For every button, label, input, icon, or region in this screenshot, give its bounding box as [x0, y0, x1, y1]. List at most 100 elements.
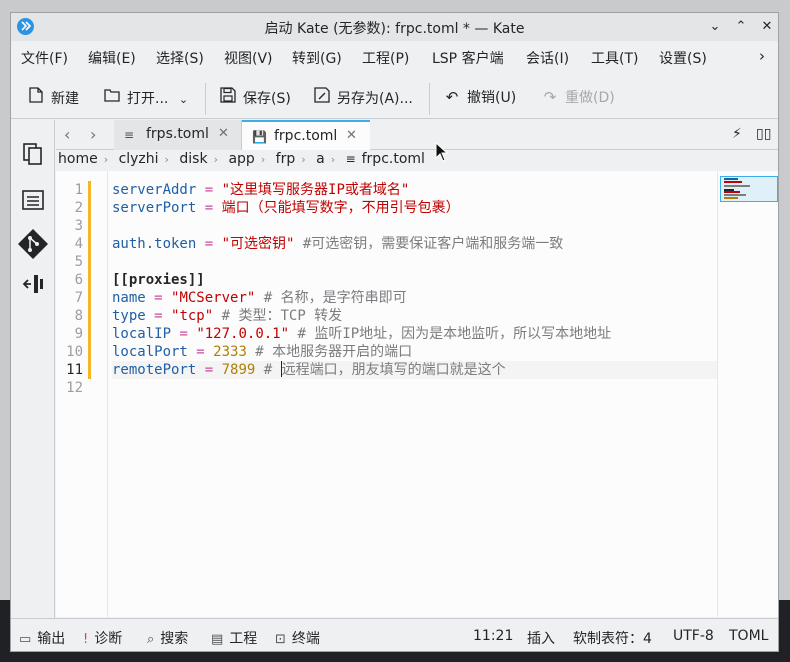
- menu-select[interactable]: 选择(S): [156, 48, 204, 68]
- save-as-button[interactable]: 另存为(A)...: [313, 87, 413, 109]
- menu-lsp-client[interactable]: LSP 客户端: [432, 48, 504, 68]
- new-button[interactable]: 新建: [27, 87, 79, 109]
- code-editor[interactable]: 1 2 3 4 5 6 7 8 9 10 11 12 serverAddr = "这里填写服务器IP或…: [56, 171, 778, 617]
- line-number: 12: [66, 380, 83, 396]
- tab-frpc-toml[interactable]: 💾 frpc.toml ✕: [242, 120, 370, 150]
- toml-key: name: [112, 290, 146, 306]
- redo-icon: ↷: [543, 88, 557, 106]
- split-view-icon[interactable]: ▯▯: [756, 126, 771, 142]
- menu-settings[interactable]: 设置(S): [659, 48, 707, 68]
- menu-tools[interactable]: 工具(T): [591, 48, 638, 68]
- toml-value: 7899: [221, 362, 256, 378]
- chevron-right-icon: ›: [301, 153, 306, 166]
- maximize-icon[interactable]: ⌃: [731, 17, 751, 37]
- minimize-icon[interactable]: ⌄: [705, 17, 725, 37]
- close-window-icon[interactable]: ✕: [757, 17, 777, 37]
- filetype-selector[interactable]: TOML: [729, 628, 768, 644]
- modified-line-marker: [88, 181, 91, 199]
- undo-button[interactable]: ↶ 撤销(U): [443, 87, 516, 109]
- save-button-label: 保存(S): [243, 91, 291, 107]
- toml-comment: # 名称，是字符串即可: [255, 290, 407, 306]
- output-panel-button[interactable]: ▭ 输出: [19, 628, 65, 648]
- breadcrumb-item[interactable]: clyzhi: [119, 151, 159, 167]
- chevron-down-icon[interactable]: ⌄: [179, 93, 188, 106]
- minimap-line: [724, 185, 750, 187]
- minimap-line: [724, 197, 738, 199]
- menu-view[interactable]: 视图(V): [224, 48, 273, 68]
- modified-line-marker: [88, 361, 91, 379]
- search-icon: ⌕: [147, 632, 155, 647]
- input-mode[interactable]: 插入: [527, 628, 555, 648]
- code-line[interactable]: name = "MCServer" # 名称，是字符串即可: [112, 289, 407, 307]
- menu-sessions[interactable]: 会话(I): [526, 48, 569, 68]
- modified-line-marker: [88, 217, 91, 235]
- toml-key: serverPort: [112, 200, 197, 216]
- breadcrumb-item[interactable]: disk: [179, 151, 207, 167]
- toml-key: remotePort: [112, 362, 197, 378]
- diagnostics-panel-button[interactable]: ! 诊断: [83, 628, 122, 648]
- project-panel-button[interactable]: ▤ 工程: [211, 628, 257, 648]
- code-line[interactable]: [[proxies]]: [112, 271, 205, 289]
- close-tab-icon[interactable]: ✕: [218, 126, 229, 141]
- close-tab-icon[interactable]: ✕: [346, 128, 357, 143]
- code-line[interactable]: type = "tcp" # 类型：TCP 转发: [112, 307, 342, 325]
- line-number: 4: [74, 236, 83, 252]
- quick-open-icon[interactable]: ⚡: [732, 126, 742, 142]
- menu-project[interactable]: 工程(P): [362, 48, 409, 68]
- chevron-right-icon: ›: [260, 153, 266, 166]
- breadcrumb-item[interactable]: a: [316, 151, 325, 167]
- output-icon: ▭: [19, 632, 32, 647]
- toml-operator: =: [145, 308, 172, 324]
- back-arrow-icon[interactable]: ‹: [64, 125, 70, 144]
- modified-line-marker: [88, 271, 91, 289]
- line-number: 1: [74, 182, 83, 198]
- code-line[interactable]: serverPort = 端口（只能填写数字，不用引号包裹）: [112, 199, 460, 217]
- code-line[interactable]: serverAddr = "这里填写服务器IP或者域名": [112, 181, 409, 199]
- new-document-icon: [27, 87, 45, 107]
- menu-overflow-icon[interactable]: ›: [759, 47, 765, 65]
- search-panel-button[interactable]: ⌕ 搜索: [147, 628, 188, 648]
- toml-value: 2333: [213, 344, 247, 360]
- breadcrumb-item[interactable]: app: [228, 151, 254, 167]
- toml-key: localPort: [112, 344, 188, 360]
- terminal-icon: ⊡: [275, 632, 286, 647]
- left-sidebar: [11, 120, 55, 618]
- documents-icon[interactable]: [21, 142, 45, 166]
- minimap[interactable]: [717, 171, 778, 617]
- toml-value: "MCServer": [171, 290, 256, 306]
- toml-value: "可选密钥": [221, 236, 295, 252]
- symbol-list-icon[interactable]: [21, 188, 45, 212]
- encoding-selector[interactable]: UTF-8: [673, 628, 714, 644]
- git-icon[interactable]: [17, 228, 49, 260]
- breadcrumb-item[interactable]: frpc.toml: [362, 151, 425, 167]
- breadcrumb-item[interactable]: frp: [276, 151, 296, 167]
- toml-comment: #可选密钥，需要保证客户端和服务端一致: [294, 236, 564, 252]
- indentation-setting[interactable]: 软制表符：4: [573, 628, 652, 648]
- forward-arrow-icon[interactable]: ›: [90, 125, 96, 144]
- terminal-panel-button[interactable]: ⊡ 终端: [275, 628, 320, 648]
- cursor-position[interactable]: 11:21: [473, 628, 513, 644]
- tab-frps-toml[interactable]: ≡ frps.toml ✕: [114, 120, 242, 150]
- project-tree-icon[interactable]: [21, 272, 45, 296]
- menu-goto[interactable]: 转到(G): [292, 48, 342, 68]
- code-line[interactable]: localPort = 2333 # 本地服务器开启的端口: [112, 343, 412, 361]
- title-bar[interactable]: 启动 Kate (无参数): frpc.toml * — Kate ⌄ ⌃ ✕: [11, 13, 778, 41]
- new-button-label: 新建: [51, 91, 79, 107]
- menu-edit[interactable]: 编辑(E): [88, 48, 136, 68]
- minimap-line: [724, 181, 742, 183]
- minimap-line: [724, 194, 746, 196]
- toml-operator: =: [187, 344, 214, 360]
- toml-key: serverAddr: [112, 182, 197, 198]
- code-line[interactable]: remotePort = 7899 # 远程端口，朋友填写的端口就是这个: [112, 361, 717, 379]
- breadcrumb-item[interactable]: home: [58, 151, 98, 167]
- redo-button[interactable]: ↷ 重做(D): [541, 87, 615, 109]
- save-button[interactable]: 保存(S): [219, 87, 291, 109]
- line-number: 8: [74, 308, 83, 324]
- code-line[interactable]: localIP = "127.0.0.1" # 监听IP地址，因为是本地监听，所…: [112, 325, 611, 343]
- modified-line-marker: [88, 307, 91, 325]
- save-as-button-label: 另存为(A)...: [337, 91, 413, 107]
- menu-file[interactable]: 文件(F): [21, 48, 68, 68]
- open-button[interactable]: 打开... ⌄: [103, 87, 188, 109]
- code-line[interactable]: auth.token = "可选密钥" #可选密钥，需要保证客户端和服务端一致: [112, 235, 563, 253]
- project-label: 工程: [229, 631, 258, 647]
